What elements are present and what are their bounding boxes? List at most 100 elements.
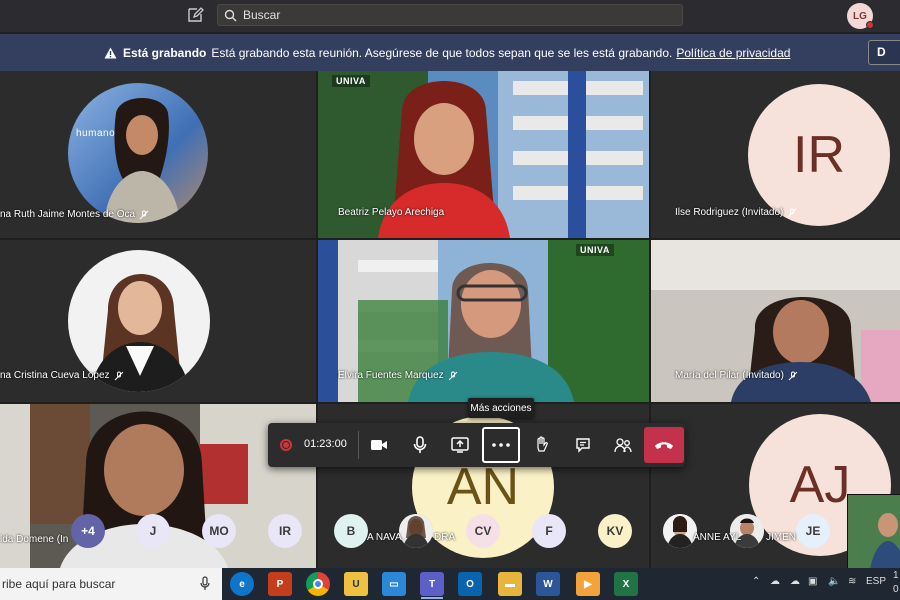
participant-tile[interactable]: UNIVA Beatriz Pelayo Arechiga: [318, 71, 649, 238]
taskbar-search-text: ribe aquí para buscar: [2, 577, 116, 591]
participant-name-text: Ilse Rodriguez (Invitado): [675, 207, 784, 218]
word-icon[interactable]: W: [536, 572, 560, 596]
explorer-window-icon[interactable]: ▭: [382, 572, 406, 596]
chrome-icon[interactable]: [306, 572, 330, 596]
user-avatar[interactable]: LG: [847, 3, 874, 29]
participant-tile[interactable]: UNIVA Elvira Fuentes Marquez: [318, 240, 649, 402]
initials-text: IR: [793, 126, 845, 184]
raise-hand-button[interactable]: [526, 427, 558, 463]
dismiss-button[interactable]: D: [868, 40, 900, 65]
overflow-name-fragment: DRA: [434, 532, 456, 543]
participant-name-text: Beatriz Pelayo Arechiga: [338, 207, 445, 218]
participant-chip[interactable]: JE: [796, 514, 830, 548]
network-icon[interactable]: ▣: [808, 576, 817, 587]
call-controls-bar: 01:23:00: [268, 423, 685, 467]
excel-icon[interactable]: X: [614, 572, 638, 596]
search-input[interactable]: Buscar: [217, 4, 683, 26]
media-player-icon[interactable]: ▶: [576, 572, 600, 596]
wifi-icon[interactable]: ≋: [848, 576, 856, 587]
participant-tile[interactable]: María del Pilar (Invitado): [651, 240, 900, 402]
overflow-name-fragment: ANNE AYL: [693, 532, 742, 543]
participant-chip[interactable]: J: [136, 514, 170, 548]
participant-chip[interactable]: B: [334, 514, 368, 548]
language-indicator[interactable]: ESP: [866, 576, 886, 587]
hang-up-icon: [655, 442, 673, 449]
privacy-policy-link[interactable]: Política de privacidad: [676, 46, 790, 60]
chat-icon: [576, 438, 590, 453]
participant-name-text: María del Pilar (Invitado): [675, 370, 784, 381]
mic-off-icon: [788, 208, 797, 217]
cloud-icon[interactable]: ☁: [790, 576, 800, 587]
share-screen-button[interactable]: [444, 427, 476, 463]
tray-chevron-icon[interactable]: ⌃: [752, 576, 760, 587]
onedrive-icon[interactable]: ☁: [770, 576, 780, 587]
mic-off-icon: [139, 210, 149, 219]
recording-indicator: [276, 427, 296, 463]
univa-app-icon[interactable]: U: [344, 572, 368, 596]
search-placeholder: Buscar: [243, 8, 281, 22]
outlook-icon[interactable]: O: [458, 572, 482, 596]
overflow-name-fragment: A NAVA,: [367, 532, 405, 543]
univa-logo: UNIVA: [332, 75, 370, 87]
divider: [358, 431, 359, 459]
microphone-icon: [413, 436, 427, 453]
participant-name-text: na Ruth Jaime Montes de Oca: [0, 209, 136, 220]
mic-off-icon: [114, 371, 123, 380]
chat-button[interactable]: [567, 427, 599, 463]
people-icon: [614, 438, 632, 453]
participant-name-text: Elvira Fuentes Marquez: [338, 370, 444, 381]
mic-button[interactable]: [404, 427, 436, 463]
participant-tile[interactable]: humano na Ruth Jaime Montes de Oca: [0, 71, 316, 238]
participant-initials-avatar: IR: [748, 84, 890, 226]
participant-chip[interactable]: IR: [268, 514, 302, 548]
initials-text: AJ: [789, 456, 851, 514]
more-actions-button[interactable]: [482, 427, 520, 463]
call-timer: 01:23:00: [304, 438, 347, 450]
participant-name: Beatriz Pelayo Arechiga: [338, 207, 444, 218]
teams-title-bar: Buscar LG: [0, 0, 900, 32]
participant-name: na Cristina Cueva Lopez: [0, 370, 124, 381]
powerpoint-icon[interactable]: P: [268, 572, 292, 596]
share-screen-icon: [451, 437, 469, 453]
participant-photo-chip[interactable]: [663, 514, 697, 548]
participant-chip[interactable]: F: [532, 514, 566, 548]
recording-dot-icon: [280, 439, 292, 451]
warning-icon: [104, 47, 117, 59]
user-initials: LG: [853, 10, 867, 22]
active-app-indicator: [421, 597, 443, 599]
participant-chip[interactable]: CV: [466, 514, 500, 548]
file-explorer-icon[interactable]: ▬: [498, 572, 522, 596]
clock-hour: 1: [893, 570, 899, 581]
participants-button[interactable]: [607, 427, 639, 463]
participant-name: Ilse Rodriguez (Invitado): [675, 207, 797, 218]
search-icon: [224, 9, 237, 21]
hang-up-button[interactable]: [644, 427, 684, 463]
participant-name: na Ruth Jaime Montes de Oca: [0, 209, 149, 220]
participant-tile[interactable]: na Cristina Cueva Lopez: [0, 240, 316, 402]
hand-icon: [537, 436, 548, 452]
volume-icon[interactable]: 🔈: [828, 576, 840, 587]
participant-chip[interactable]: MO: [202, 514, 236, 548]
more-participants-chip[interactable]: +4: [71, 514, 105, 548]
mic-off-icon: [448, 371, 457, 380]
overflow-name-fragment: JIMEN: [766, 532, 796, 543]
new-chat-icon[interactable]: [186, 6, 204, 24]
camera-button[interactable]: [363, 427, 395, 463]
participant-name: María del Pilar (Invitado): [675, 370, 798, 381]
self-preview[interactable]: [847, 494, 900, 568]
banner-title: Está grabando: [123, 45, 207, 60]
teams-icon[interactable]: T: [420, 572, 444, 596]
participant-chip[interactable]: KV: [598, 514, 632, 548]
microphone-icon: [200, 576, 210, 590]
univa-logo: UNIVA: [576, 244, 614, 256]
participant-name: Elvira Fuentes Marquez: [338, 370, 458, 381]
participant-name: lda Domene (In: [0, 534, 68, 545]
participant-name-text: na Cristina Cueva Lopez: [0, 370, 110, 381]
participant-name-text: lda Domene (In: [0, 534, 69, 545]
mic-off-icon: [788, 371, 798, 380]
clock-date: 0: [893, 584, 899, 595]
edge-icon[interactable]: e: [230, 572, 254, 596]
participant-tile[interactable]: IR Ilse Rodriguez (Invitado): [651, 71, 900, 238]
banner-message: Está grabando esta reunión. Asegúrese de…: [211, 45, 673, 60]
taskbar-search-box[interactable]: ribe aquí para buscar: [0, 568, 222, 600]
